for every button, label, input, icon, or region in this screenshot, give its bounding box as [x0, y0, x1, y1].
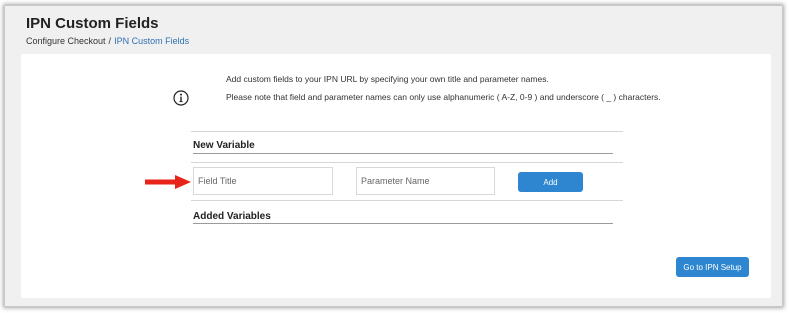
parameter-name-input[interactable]: [356, 167, 495, 195]
added-variables-underline: [193, 223, 613, 224]
breadcrumb-separator: /: [108, 36, 112, 46]
new-variable-heading: New Variable: [193, 140, 255, 151]
go-to-ipn-setup-button[interactable]: Go to IPN Setup: [676, 257, 749, 277]
info-line-2: Please note that field and parameter nam…: [226, 91, 661, 102]
breadcrumb: Configure Checkout / IPN Custom Fields: [26, 36, 189, 46]
main-panel: Add custom fields to your IPN URL by spe…: [21, 54, 771, 298]
window-frame: IPN Custom Fields Configure Checkout / IPN…: [4, 5, 783, 307]
divider: [191, 162, 623, 163]
page-title: IPN Custom Fields: [26, 15, 159, 32]
add-button[interactable]: Add: [518, 172, 583, 192]
red-arrow-icon: [145, 175, 191, 189]
info-circle-icon: [173, 90, 189, 106]
divider: [191, 200, 623, 201]
info-text: Add custom fields to your IPN URL by spe…: [226, 74, 666, 109]
breadcrumb-item-configure-checkout[interactable]: Configure Checkout: [26, 36, 106, 46]
divider: [191, 131, 623, 132]
breadcrumb-item-ipn-custom-fields[interactable]: IPN Custom Fields: [114, 36, 189, 46]
info-line-1: Add custom fields to your IPN URL by spe…: [226, 74, 549, 84]
new-variable-underline: [193, 153, 613, 154]
added-variables-heading: Added Variables: [193, 211, 271, 222]
field-title-input[interactable]: [193, 167, 333, 195]
